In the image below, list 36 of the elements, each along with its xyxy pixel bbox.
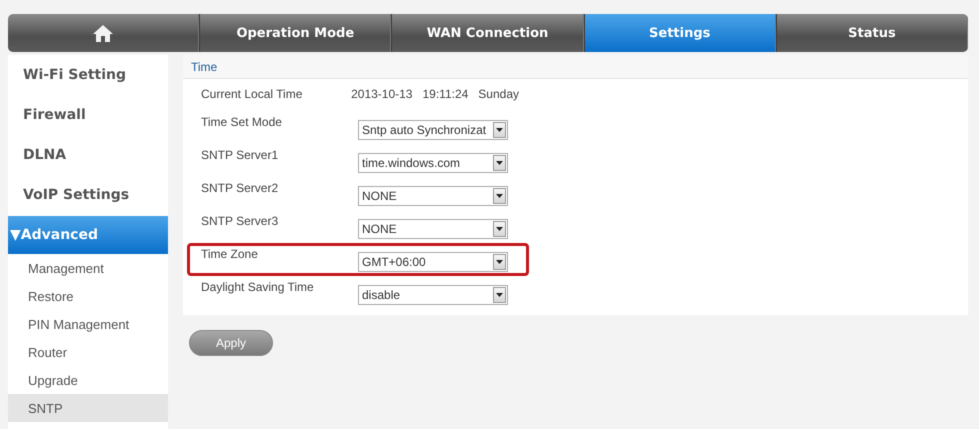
caret-icon — [496, 227, 503, 231]
nav-tab[interactable]: Status — [776, 14, 968, 52]
sidebar-subitem[interactable]: SNTP — [8, 394, 168, 422]
sidebar-item[interactable]: Firewall — [8, 95, 168, 135]
sidebar-subitem[interactable]: Upgrade — [8, 366, 168, 394]
sidebar-subitem[interactable]: Management — [8, 254, 168, 282]
sidebar-subitem[interactable]: Restore — [8, 282, 168, 310]
caret-icon — [496, 161, 503, 165]
dropdown[interactable]: Sntp auto Synchronizat — [358, 120, 508, 140]
home-icon — [92, 24, 114, 42]
field-label: Time Set Mode — [201, 114, 283, 129]
sidebar-item[interactable]: Wi-Fi Setting — [8, 55, 168, 95]
panel-title: Time — [183, 55, 968, 79]
field-label: Daylight Saving Time — [201, 279, 315, 294]
sidebar-item[interactable]: DLNA — [8, 135, 168, 175]
nav-tab[interactable]: Operation Mode — [199, 14, 392, 52]
dropdown[interactable]: NONE — [358, 219, 508, 239]
caret-icon — [496, 293, 503, 297]
caret-icon — [496, 194, 503, 198]
dropdown[interactable]: NONE — [358, 186, 508, 206]
sidebar-item[interactable]: ▼Advanced — [8, 216, 168, 254]
nav-tab[interactable]: Settings — [584, 14, 776, 52]
field-value: 2013-10-13 19:11:24 Sunday — [351, 86, 519, 101]
sidebar-subitem[interactable]: Router — [8, 338, 168, 366]
sidebar-subitem[interactable]: PIN Management — [8, 310, 168, 338]
dropdown[interactable]: disable — [358, 285, 508, 305]
dropdown[interactable]: time.windows.com — [358, 153, 508, 173]
dropdown[interactable]: GMT+06:00 — [358, 252, 508, 272]
sidebar-item[interactable]: VoIP Settings — [8, 175, 168, 215]
caret-icon — [496, 128, 503, 132]
caret-icon — [496, 260, 503, 264]
field-label: Current Local Time — [201, 86, 304, 101]
field-label: SNTP Server2 — [201, 180, 280, 195]
field-label: Time Zone — [201, 246, 259, 261]
field-label: SNTP Server3 — [201, 213, 280, 228]
field-label: SNTP Server1 — [201, 147, 280, 162]
